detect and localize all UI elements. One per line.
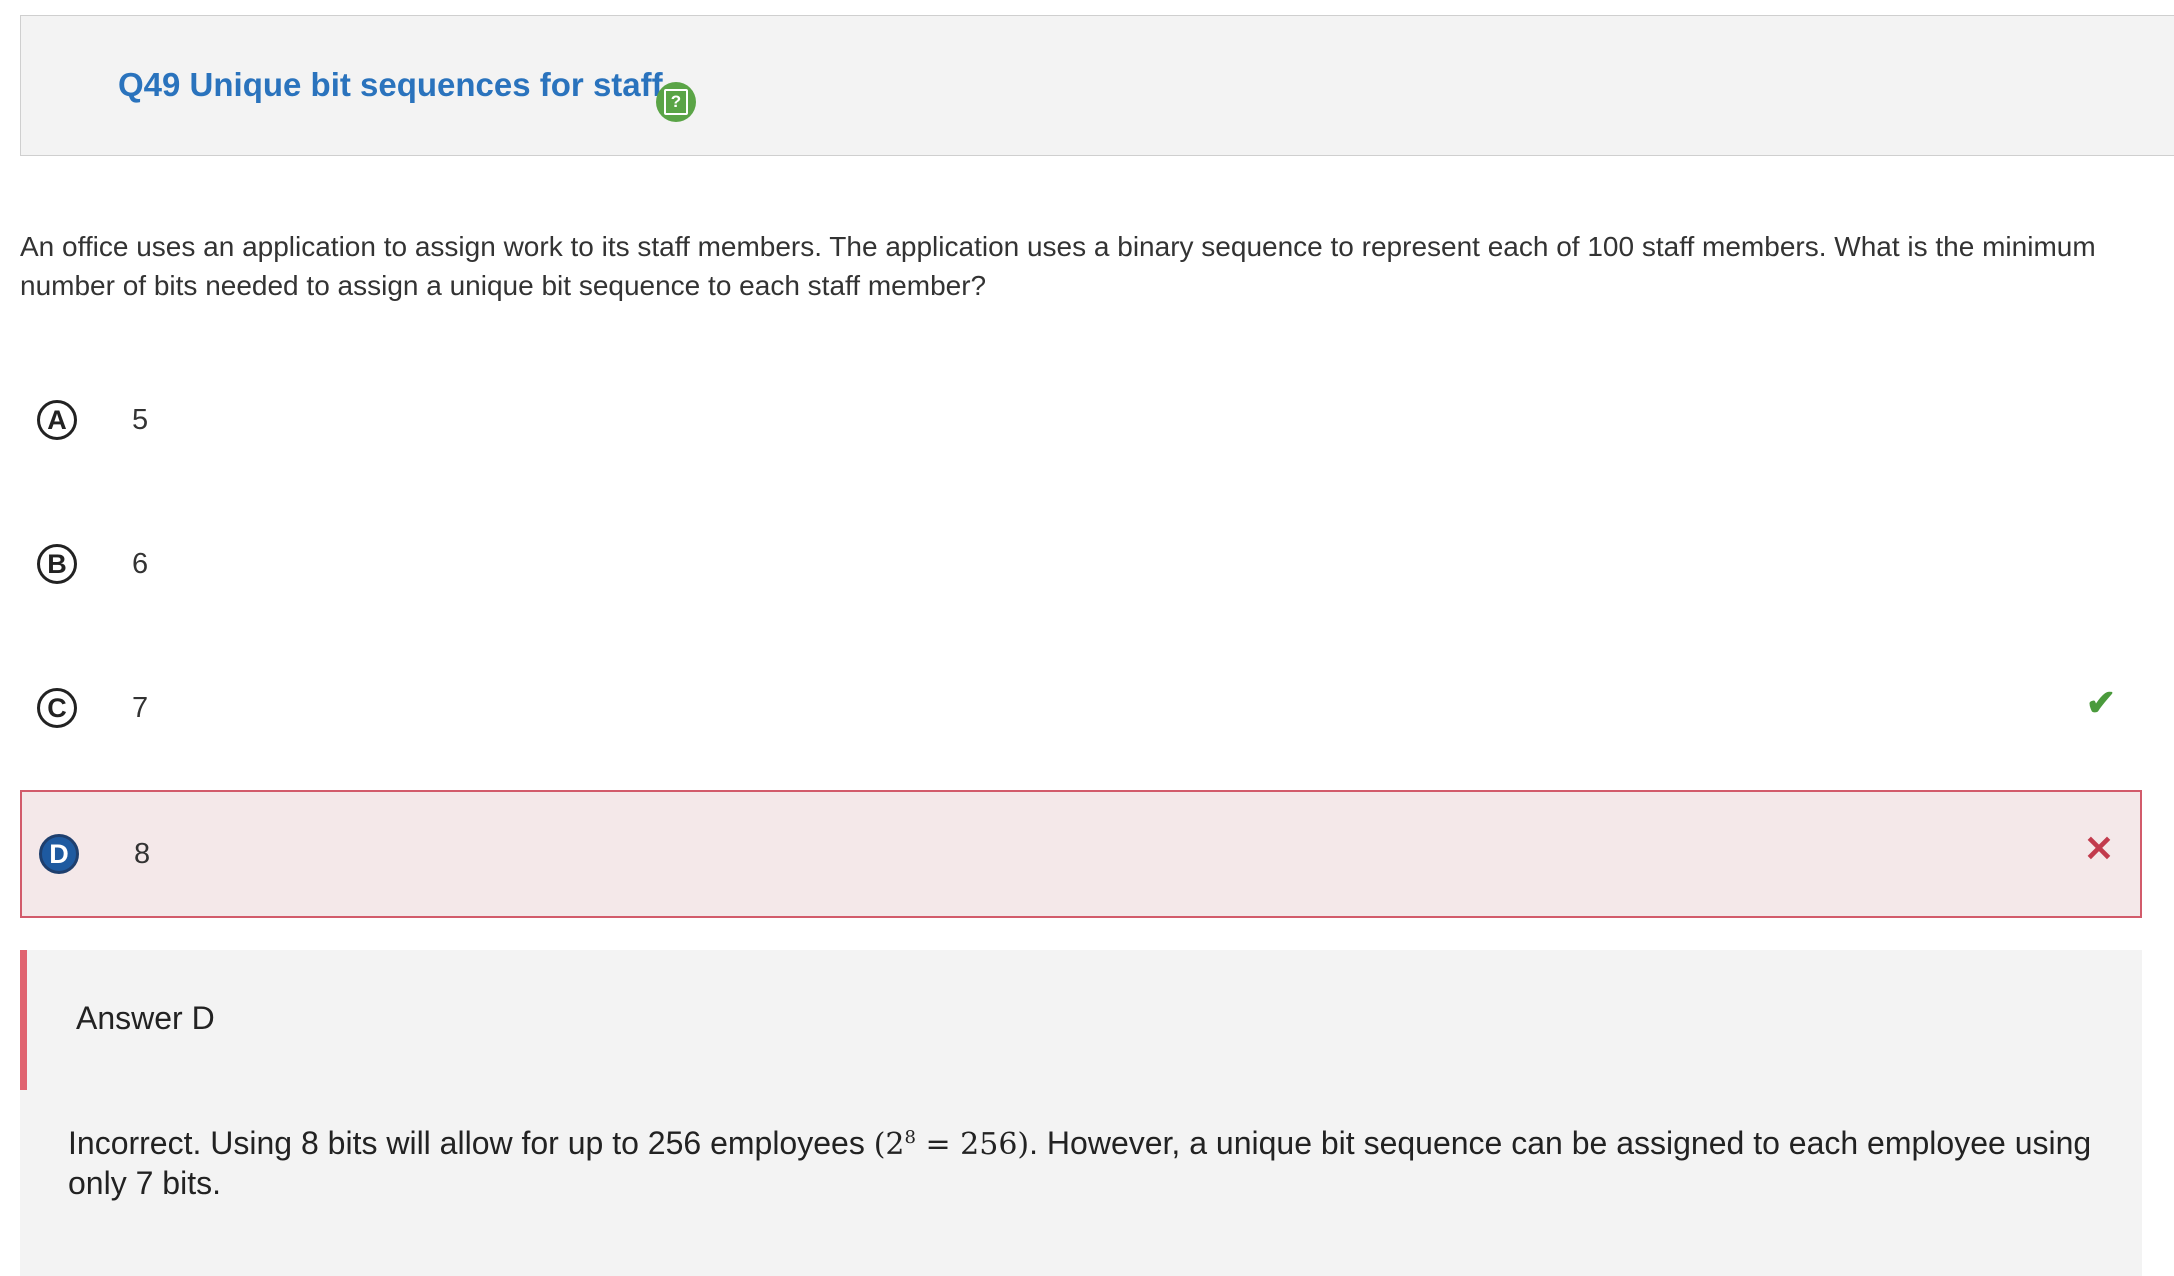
help-icon[interactable]: ?	[656, 82, 696, 122]
incorrect-x-icon: ✕	[2083, 828, 2114, 869]
choice-letter-b: B	[37, 544, 77, 584]
choice-letter-d: D	[39, 834, 79, 874]
question-title[interactable]: Q49 Unique bit sequences for staff	[118, 66, 663, 104]
choice-b[interactable]: B 6	[20, 502, 2142, 630]
choice-letter-a: A	[37, 400, 77, 440]
answer-label: Answer D	[76, 1000, 215, 1036]
answer-explanation: Incorrect. Using 8 bits will allow for u…	[68, 1118, 2108, 1203]
question-text: An office uses an application to assign …	[20, 231, 2096, 301]
math-rest: = 256)	[915, 1127, 1030, 1162]
help-icon-glyph: ?	[664, 89, 688, 115]
feedback-accent-bar	[20, 950, 27, 1090]
math-expression: (28 = 256)	[874, 1127, 1029, 1162]
choice-value-a: 5	[132, 404, 149, 436]
math-base: (2	[873, 1127, 905, 1162]
math-exponent: 8	[904, 1127, 916, 1148]
answer-feedback-panel: Answer D Incorrect. Using 8 bits will al…	[20, 950, 2142, 1276]
choice-a[interactable]: A 5	[20, 358, 2142, 486]
choice-letter-c: C	[37, 688, 77, 728]
correct-check-icon: ✔	[2085, 682, 2116, 723]
choice-c[interactable]: C 7 ✔	[20, 646, 2142, 774]
explanation-text-start: Incorrect. Using 8 bits will allow for u…	[68, 1125, 874, 1161]
question-header: Q49 Unique bit sequences for staff ?	[20, 15, 2174, 156]
choice-value-c: 7	[132, 692, 149, 724]
choice-value-d: 8	[134, 838, 151, 870]
choice-value-b: 6	[132, 548, 149, 580]
choice-d[interactable]: D 8 ✕	[20, 790, 2142, 918]
